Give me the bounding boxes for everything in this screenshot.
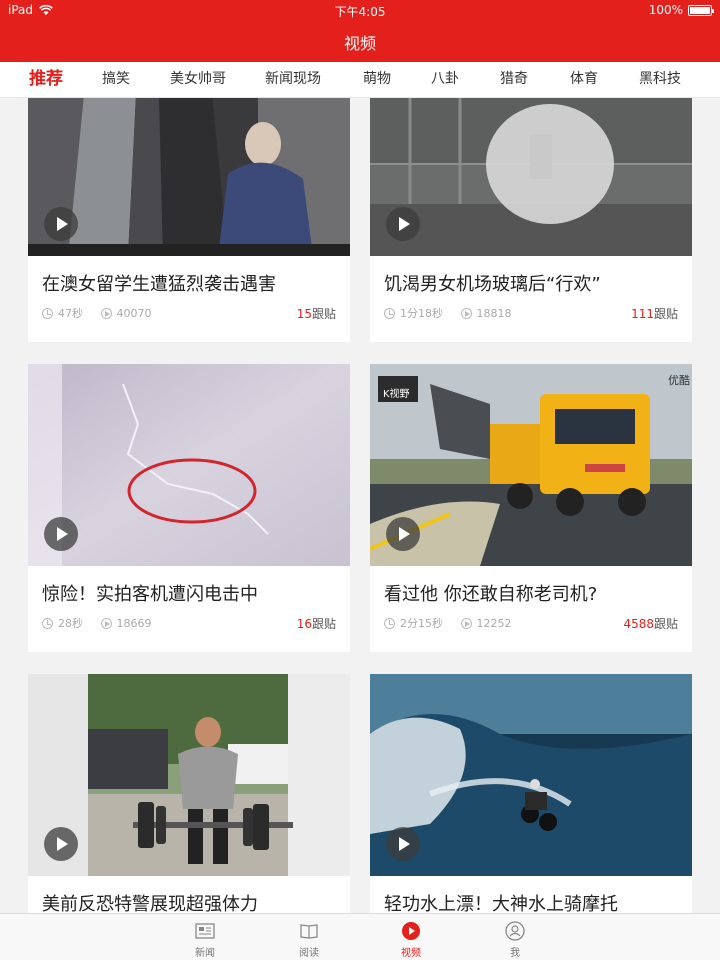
video-card[interactable]: 轻功水上漂！大神水上骑摩托: [370, 674, 692, 913]
video-meta: 2分15秒 12252 4588跟贴: [384, 615, 678, 631]
video-card[interactable]: 在澳女留学生遭猛烈袭击遇害 47秒 40070 15跟贴: [28, 98, 350, 342]
video-thumbnail[interactable]: [28, 674, 350, 876]
reply-count[interactable]: 16跟贴: [297, 615, 336, 632]
status-time: 下午4:05: [334, 5, 386, 19]
category-tab-gossip[interactable]: 八卦: [431, 62, 459, 98]
video-title[interactable]: 饥渴男女机场玻璃后“行欢”: [384, 270, 601, 296]
play-count: 40070: [116, 306, 152, 320]
video-title[interactable]: 看过他 你还敢自称老司机?: [384, 580, 597, 606]
category-tab-sports[interactable]: 体育: [570, 62, 598, 98]
video-duration: 2分15秒: [400, 617, 443, 630]
video-meta: 1分18秒 18818 111跟贴: [384, 305, 678, 321]
profile-icon: [505, 921, 525, 941]
video-duration: 47秒: [58, 307, 83, 320]
video-card[interactable]: 美前反恐特警展现超强体力: [28, 674, 350, 913]
video-thumbnail[interactable]: [28, 364, 350, 566]
play-button[interactable]: [44, 207, 78, 241]
tab-label: 新闻: [195, 948, 215, 959]
video-meta: 47秒 40070 15跟贴: [42, 305, 336, 321]
video-title[interactable]: 惊险！实拍客机遭闪电击中: [42, 580, 258, 606]
play-count-icon: [100, 307, 112, 319]
video-thumbnail[interactable]: [370, 674, 692, 876]
reply-count[interactable]: 111跟贴: [631, 305, 678, 322]
clock-icon: [42, 617, 53, 629]
airport-glass-image: [370, 98, 692, 256]
play-button[interactable]: [44, 517, 78, 551]
video-title[interactable]: 轻功水上漂！大神水上骑摩托: [384, 890, 618, 913]
news-icon: [195, 923, 215, 939]
play-button[interactable]: [44, 827, 78, 861]
video-thumbnail[interactable]: [28, 98, 350, 256]
watermark-text: 优酷: [668, 374, 690, 387]
play-count: 18818: [476, 306, 512, 320]
page-title: 视频: [343, 34, 376, 53]
play-count: 18669: [116, 616, 152, 630]
navigation-bar: iPad 下午4:05 100% 视频: [0, 0, 720, 62]
video-card[interactable]: 惊险！实拍客机遭闪电击中 28秒 18669 16跟贴: [28, 364, 350, 652]
category-tab-news-scene[interactable]: 新闻现场: [265, 62, 321, 98]
tab-news[interactable]: 新闻: [175, 920, 235, 959]
play-count: 12252: [476, 616, 512, 630]
category-tab-pets[interactable]: 萌物: [363, 62, 391, 98]
video-card[interactable]: 饥渴男女机场玻璃后“行欢” 1分18秒 18818 111跟贴: [370, 98, 692, 342]
clock-icon: [384, 307, 395, 319]
video-icon: [402, 922, 420, 940]
escalator-scene-image: [28, 98, 350, 256]
book-icon: [300, 924, 318, 939]
play-count-icon: [100, 617, 112, 629]
video-title[interactable]: 在澳女留学生遭猛烈袭击遇害: [42, 270, 276, 296]
battery-percent: 100%: [648, 3, 683, 17]
category-tabs: 推荐 搞笑 美女帅哥 新闻现场 萌物 八卦 猎奇 体育 黑科技: [0, 62, 720, 98]
reply-count[interactable]: 15跟贴: [297, 305, 336, 322]
play-count-icon: [460, 617, 472, 629]
video-duration: 1分18秒: [400, 307, 443, 320]
play-button[interactable]: [386, 517, 420, 551]
video-thumbnail[interactable]: [370, 98, 692, 256]
bottom-tab-bar: 新闻 阅读 视频 我: [0, 913, 720, 960]
play-button[interactable]: [386, 207, 420, 241]
tab-reading[interactable]: 阅读: [279, 920, 339, 959]
category-tab-curious[interactable]: 猎奇: [500, 62, 528, 98]
video-title[interactable]: 美前反恐特警展现超强体力: [42, 890, 258, 913]
video-thumbnail[interactable]: K视野 优酷: [370, 364, 692, 566]
reply-count[interactable]: 4588跟贴: [623, 615, 678, 632]
video-meta: 28秒 18669 16跟贴: [42, 615, 336, 631]
tab-label: 我: [510, 948, 520, 959]
video-duration: 28秒: [58, 617, 83, 630]
status-bar: iPad 下午4:05 100%: [0, 0, 720, 20]
tab-label: 阅读: [299, 948, 319, 959]
category-tab-recommend[interactable]: 推荐: [29, 62, 63, 98]
clock-icon: [384, 617, 395, 629]
tab-video[interactable]: 视频: [381, 920, 441, 959]
category-tab-beauty[interactable]: 美女帅哥: [170, 62, 226, 98]
category-tab-tech[interactable]: 黑科技: [639, 62, 681, 98]
channel-logo: K视野: [383, 387, 410, 400]
clock-icon: [42, 307, 53, 319]
category-tab-funny[interactable]: 搞笑: [102, 62, 130, 98]
video-card[interactable]: K视野 优酷 看过他 你还敢自称老司机? 2分15秒 12252 4588跟贴: [370, 364, 692, 652]
play-count-icon: [460, 307, 472, 319]
tab-label: 视频: [401, 948, 421, 959]
video-feed[interactable]: 在澳女留学生遭猛烈袭击遇害 47秒 40070 15跟贴 饥渴男女机场玻璃后“行…: [0, 98, 720, 913]
battery-icon: [688, 4, 714, 16]
tab-me[interactable]: 我: [485, 920, 545, 959]
play-button[interactable]: [386, 827, 420, 861]
